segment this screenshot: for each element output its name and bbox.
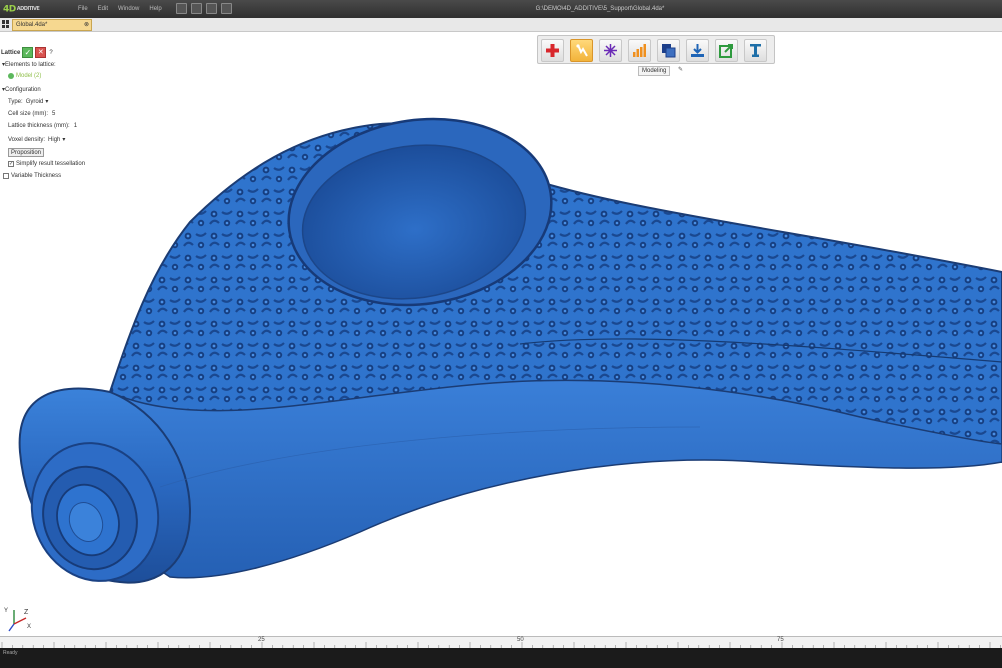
simplify-checkbox[interactable]: ✓	[8, 161, 14, 167]
pin-icon[interactable]: ✎	[678, 66, 683, 73]
ruler-label-50: 50	[517, 637, 524, 643]
star-tool-button[interactable]	[599, 39, 622, 62]
document-tab-bar: Global.4da* ⊗	[0, 18, 1002, 32]
tab-global-label: Global.4da*	[16, 22, 48, 28]
export-tool-button[interactable]	[715, 39, 738, 62]
simplify-label: Simplify result tessellation	[16, 161, 86, 167]
variable-thickness-label: Variable Thickness	[11, 173, 62, 179]
configuration-label: Configuration	[5, 86, 41, 93]
pointer-hand-icon	[576, 44, 588, 57]
voxel-density-select[interactable]: High	[48, 137, 60, 143]
proposition-button[interactable]: Proposition	[8, 148, 45, 157]
model-list-item[interactable]: Model (2)	[16, 73, 41, 79]
download-icon	[691, 44, 704, 57]
model-status-icon	[8, 73, 14, 79]
knuckle-end	[18, 387, 192, 584]
modeling-toolbar	[537, 35, 775, 64]
app-logo: 4DADDITIVE	[3, 4, 40, 15]
export-icon[interactable]	[221, 3, 232, 14]
knuckle-face	[30, 442, 160, 582]
axis-x-label: X	[27, 624, 31, 630]
type-label: Type:	[8, 98, 23, 105]
elements-label: Elements to lattice:	[5, 61, 56, 68]
menu-window[interactable]: Window	[118, 6, 139, 12]
lattice-tool-button[interactable]	[570, 39, 593, 62]
cancel-button[interactable]: ✕	[35, 47, 47, 58]
menu-bar: File Edit Window Help	[78, 0, 162, 18]
axis-y-label: Y	[4, 608, 8, 614]
ruler-label-75: 75	[777, 637, 784, 643]
undo-icon[interactable]	[191, 3, 202, 14]
dropdown-icon[interactable]: ▾	[62, 136, 65, 143]
plus-icon	[546, 44, 559, 57]
tab-global[interactable]: Global.4da* ⊗	[12, 19, 92, 31]
support-tool-button[interactable]	[744, 39, 767, 62]
export-icon	[719, 44, 733, 58]
lattice-arm-top	[108, 122, 1002, 464]
support-pillar-icon	[750, 44, 761, 57]
status-bar: Ready	[0, 648, 1002, 668]
redo-icon[interactable]	[206, 3, 217, 14]
lattice-title: Lattice	[1, 49, 21, 56]
menu-file[interactable]: File	[78, 6, 88, 12]
menu-help[interactable]: Help	[149, 6, 161, 12]
confirm-button[interactable]: ✓	[22, 47, 34, 58]
bearing-hole	[287, 117, 553, 307]
cell-size-label: Cell size (mm):	[8, 111, 48, 117]
axis-z-label: Z	[24, 609, 29, 616]
save-icon[interactable]	[176, 3, 187, 14]
arm-side-surface	[107, 379, 1002, 579]
ruler-label-25: 25	[258, 637, 265, 643]
title-bar: 4DADDITIVE File Edit Window Help G:\DEMO…	[0, 0, 1002, 18]
variable-thickness-checkbox[interactable]	[3, 173, 9, 179]
modeling-tooltip: Modeling	[638, 66, 671, 76]
close-tab-icon[interactable]: ⊗	[84, 20, 89, 30]
dropdown-icon[interactable]: ▾	[45, 98, 48, 105]
layers-icon	[662, 44, 676, 58]
knuckle-ring	[42, 465, 138, 571]
analysis-tool-button[interactable]	[628, 39, 651, 62]
window-title: G:\DEMO\4D_ADDITIVE\5_Support\Global.4da…	[535, 6, 665, 12]
type-select[interactable]: Gyroid	[26, 99, 44, 105]
grid-icon[interactable]	[2, 20, 10, 28]
lattice-panel: Lattice ✓ ✕ ? ▾ Elements to lattice: Mod…	[0, 32, 110, 192]
thickness-input[interactable]: 1	[74, 123, 77, 129]
status-text: Ready	[3, 650, 18, 656]
add-tool-button[interactable]	[541, 39, 564, 62]
quick-access-toolbar	[176, 3, 232, 14]
axis-indicator: Z Y X	[4, 608, 31, 632]
thickness-label: Lattice thickness (mm):	[8, 123, 70, 129]
import-tool-button[interactable]	[686, 39, 709, 62]
voxel-density-label: Voxel density:	[8, 136, 46, 143]
cell-size-input[interactable]: 5	[52, 111, 55, 117]
layers-tool-button[interactable]	[657, 39, 680, 62]
menu-edit[interactable]: Edit	[98, 6, 108, 12]
knuckle-bore	[56, 483, 120, 557]
bar-chart-icon	[633, 44, 646, 57]
starburst-icon	[604, 44, 617, 57]
3d-viewport[interactable]	[0, 32, 1002, 636]
help-icon[interactable]: ?	[49, 50, 52, 56]
ruler: 25 50 75	[0, 636, 1002, 649]
